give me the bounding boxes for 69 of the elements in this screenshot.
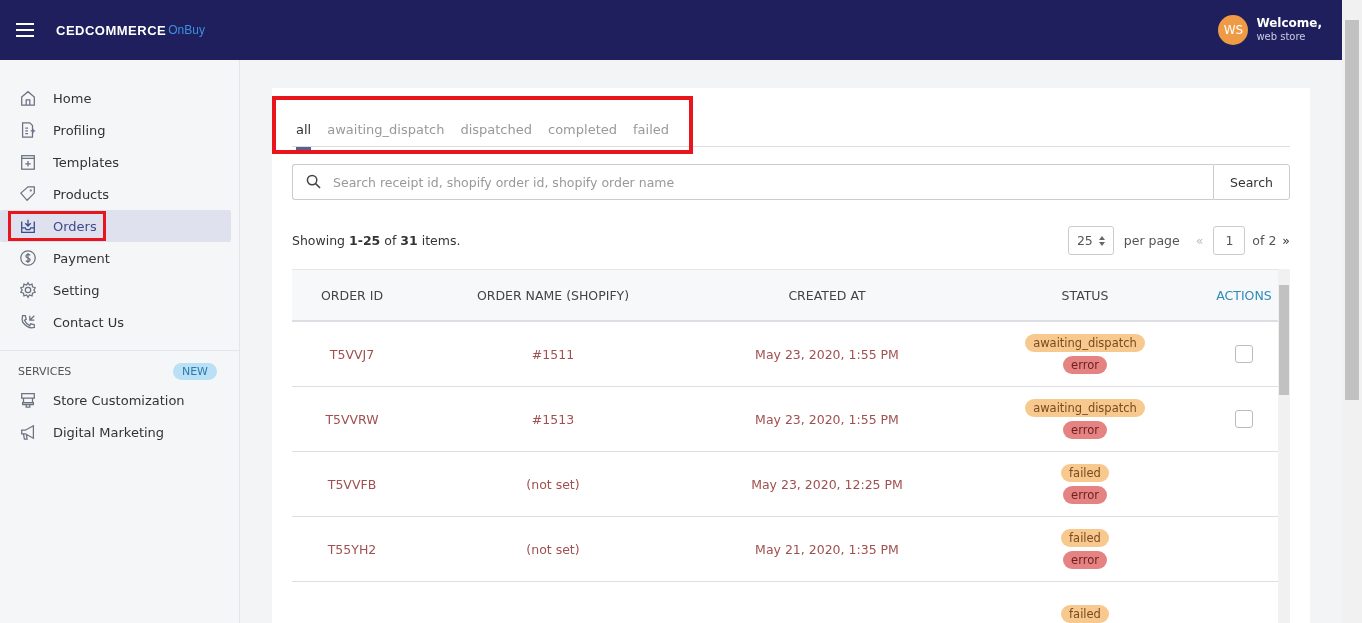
phone-icon xyxy=(19,313,37,331)
order-id-link[interactable]: T5VVFB xyxy=(327,476,377,492)
column-header: ORDER ID xyxy=(320,287,384,303)
sidebar-item[interactable]: Home xyxy=(0,82,231,114)
calendar-plus-icon xyxy=(19,153,37,171)
order-name-cell: (not set) xyxy=(526,541,580,557)
order-id-link[interactable]: T5VVJ7 xyxy=(329,346,375,362)
filter-tab[interactable]: all xyxy=(296,122,312,150)
per-page-label: per page xyxy=(1123,233,1180,248)
sidebar-item[interactable]: Store Customization xyxy=(0,384,231,416)
status-badge: failed xyxy=(1061,529,1109,547)
column-header: CREATED AT xyxy=(787,287,867,303)
results-summary: Showing 1-25 of 31 items. xyxy=(292,233,461,248)
page-number-field[interactable]: 1 xyxy=(1213,226,1246,255)
row-checkbox[interactable] xyxy=(1235,410,1253,428)
date-cell: May 23, 2020, 12:25 PM xyxy=(751,476,903,492)
row-checkbox[interactable] xyxy=(1235,345,1253,363)
page-count: of 2 xyxy=(1252,233,1277,248)
order-name-cell: (not set) xyxy=(526,476,580,492)
logo-subtext: OnBuy xyxy=(168,23,205,37)
logo-text: CEDCOMMERCE xyxy=(56,22,167,38)
status-badge: awaiting_dispatch xyxy=(1025,334,1145,352)
table-scrollbar[interactable] xyxy=(1278,269,1290,623)
column-header: STATUS xyxy=(1060,287,1110,303)
status-badge: awaiting_dispatch xyxy=(1025,399,1145,417)
dollar-icon xyxy=(19,249,37,267)
date-cell: May 23, 2020, 1:55 PM xyxy=(755,411,899,427)
next-page-link[interactable]: » xyxy=(1282,233,1290,248)
page-scrollbar[interactable] xyxy=(1342,0,1362,623)
order-id-link[interactable]: T5VVRW xyxy=(325,411,379,427)
order-id-link[interactable]: T55YH2 xyxy=(327,541,377,557)
error-badge: error xyxy=(1063,551,1107,569)
sidebar-item[interactable]: Digital Marketing xyxy=(0,416,231,448)
tag-icon xyxy=(19,185,37,203)
highlight-frame: Orders xyxy=(8,211,106,241)
per-page-select[interactable]: 25 xyxy=(1067,226,1114,255)
sidebar-item[interactable]: Templates xyxy=(0,146,231,178)
storefront-icon xyxy=(19,391,37,409)
sidebar-item[interactable]: Orders xyxy=(0,210,231,242)
order-name-cell: #1511 xyxy=(531,346,575,362)
section-heading: SERVICES xyxy=(18,365,72,378)
megaphone-icon xyxy=(19,423,37,441)
sort-arrows-icon xyxy=(1098,235,1105,246)
house-icon xyxy=(19,89,37,107)
sidebar-item[interactable]: Contact Us xyxy=(0,306,231,338)
column-header: ORDER NAME (SHOPIFY) xyxy=(475,287,631,303)
search-button[interactable]: Search xyxy=(1213,164,1290,200)
sidebar-item[interactable]: Products xyxy=(0,178,231,210)
sidebar-item[interactable]: Profiling xyxy=(0,114,231,146)
date-cell: May 23, 2020, 1:55 PM xyxy=(755,346,899,362)
status-badge: failed xyxy=(1061,605,1109,623)
sidebar-item[interactable]: Payment xyxy=(0,242,231,274)
search-icon xyxy=(306,174,321,189)
error-badge: error xyxy=(1063,421,1107,439)
error-badge: error xyxy=(1063,486,1107,504)
status-badge: failed xyxy=(1061,464,1109,482)
column-header[interactable]: ACTIONS xyxy=(1210,287,1278,303)
welcome-text: Welcome, xyxy=(1256,17,1322,32)
new-badge: NEW xyxy=(172,363,217,380)
sidebar-item[interactable]: Setting xyxy=(0,274,231,306)
error-badge: error xyxy=(1063,356,1107,374)
user-name: web store xyxy=(1256,31,1307,43)
tray-download-icon xyxy=(19,217,37,235)
order-name-cell: #1513 xyxy=(531,411,575,427)
document-plus-icon xyxy=(19,121,37,139)
menu-icon[interactable] xyxy=(16,23,34,37)
date-cell: May 21, 2020, 1:35 PM xyxy=(755,541,899,557)
search-field[interactable]: Search receipt id, shopify order id, shopify order name xyxy=(292,164,1214,200)
settings-icon xyxy=(19,281,37,299)
